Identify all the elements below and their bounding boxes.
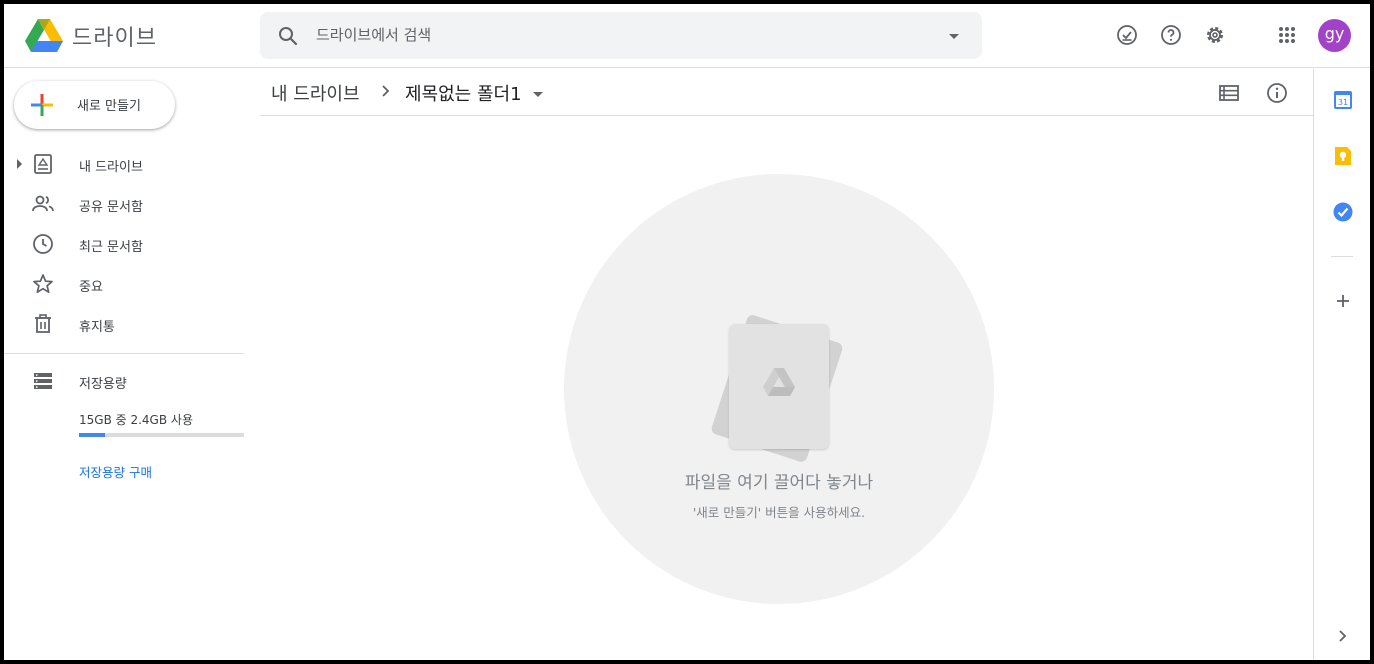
app-title[interactable]: 드라이브 [72, 20, 157, 52]
chevron-right-icon [382, 85, 390, 97]
tasks-icon[interactable] [1332, 201, 1354, 223]
people-icon [32, 195, 54, 212]
my-drive-icon [34, 154, 52, 174]
drop-zone[interactable]: 파일을 여기 끌어다 놓거나 '새로 만들기' 버튼을 사용하세요. [564, 174, 994, 604]
buy-storage-link[interactable]: 저장용량 구매 [79, 462, 152, 481]
side-panel: 31 [1313, 69, 1370, 660]
top-header: 드라이브 드라이브에서 검색 gy [4, 4, 1370, 68]
calendar-icon[interactable]: 31 [1332, 89, 1354, 111]
keep-icon[interactable] [1332, 145, 1354, 167]
expand-arrow-icon[interactable] [17, 159, 22, 169]
sidebar-item-label: 공유 문서함 [79, 200, 143, 215]
new-button-label: 새로 만들기 [77, 99, 141, 114]
offline-ready-icon[interactable] [1115, 23, 1139, 47]
account-avatar[interactable]: gy [1318, 19, 1351, 52]
sidebar-divider [4, 353, 244, 354]
trash-icon [35, 314, 51, 333]
add-addon-plus-icon[interactable] [1332, 290, 1354, 312]
expand-panel-chevron-icon[interactable] [1332, 625, 1354, 647]
apps-grid-icon[interactable] [1275, 23, 1299, 47]
plus-icon [31, 94, 53, 116]
sidebar-item-my-drive[interactable]: 내 드라이브 [4, 146, 244, 182]
storage-usage-fill [79, 433, 106, 437]
breadcrumb-root[interactable]: 내 드라이브 [271, 80, 360, 106]
clock-icon [33, 234, 53, 254]
new-button[interactable]: 새로 만들기 [14, 81, 175, 129]
storage-usage-bar [79, 433, 244, 437]
empty-state-title: 파일을 여기 끌어다 놓거나 [684, 473, 874, 493]
drive-window: 드라이브 드라이브에서 검색 gy 새로 만들기 내 드라이브 공유 문서함 최… [4, 4, 1370, 660]
side-panel-divider [1331, 256, 1353, 257]
info-icon[interactable] [1265, 81, 1289, 105]
sidebar-item-label: 휴지통 [79, 320, 115, 335]
search-options-dropdown-icon[interactable] [942, 24, 966, 48]
empty-state-subtitle: '새로 만들기' 버튼을 사용하세요. [692, 505, 866, 520]
folder-toolbar: 내 드라이브 제목없는 폴더1 [260, 69, 1313, 116]
search-input[interactable] [316, 22, 916, 48]
help-icon[interactable] [1159, 23, 1183, 47]
breadcrumb-current-folder[interactable]: 제목없는 폴더1 [405, 80, 522, 106]
list-view-icon[interactable] [1217, 81, 1241, 105]
drive-logo-icon[interactable] [24, 18, 64, 54]
main-content: 내 드라이브 제목없는 폴더1 파일을 여기 끌어다 놓거나 '새로 만들기' … [260, 69, 1313, 660]
sidebar-item-starred[interactable]: 중요 [4, 266, 244, 302]
sidebar-item-shared[interactable]: 공유 문서함 [4, 186, 244, 222]
sidebar-item-label: 최근 문서함 [79, 240, 143, 255]
storage-icon [34, 373, 52, 389]
drive-watermark-icon [763, 368, 795, 396]
search-icon[interactable] [276, 24, 300, 48]
sidebar-item-trash[interactable]: 휴지통 [4, 306, 244, 342]
sidebar: 새로 만들기 내 드라이브 공유 문서함 최근 문서함 중요 휴지통 저장용량 … [4, 69, 260, 660]
sidebar-item-recent[interactable]: 최근 문서함 [4, 226, 244, 262]
sidebar-item-label: 내 드라이브 [79, 160, 143, 175]
folder-menu-dropdown-icon[interactable] [533, 92, 543, 97]
settings-gear-icon[interactable] [1203, 23, 1227, 47]
sidebar-item-storage[interactable]: 저장용량 [4, 363, 244, 399]
sidebar-item-label: 저장용량 [79, 377, 127, 392]
search-bar[interactable] [260, 12, 982, 59]
calendar-day-number: 31 [1338, 98, 1348, 107]
star-icon [33, 274, 53, 294]
sidebar-item-label: 중요 [79, 280, 103, 295]
storage-usage-text: 15GB 중 2.4GB 사용 [79, 413, 193, 427]
